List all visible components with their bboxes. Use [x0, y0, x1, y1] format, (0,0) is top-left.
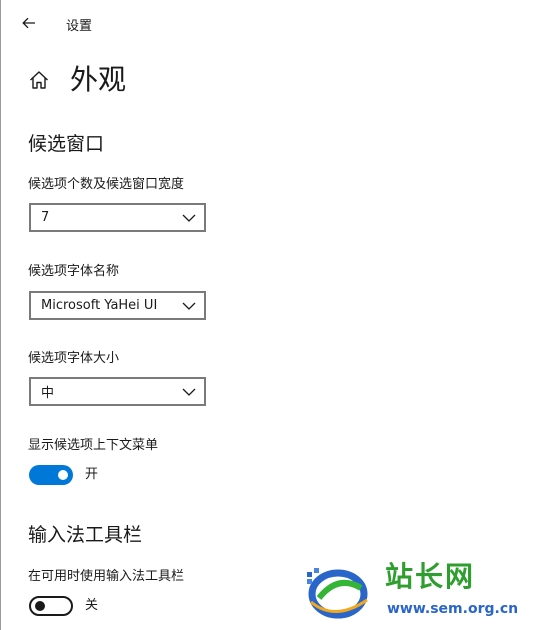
page-title: 外观 — [70, 63, 127, 96]
use-toolbar-toggle[interactable] — [29, 596, 73, 616]
chevron-down-icon — [182, 388, 196, 396]
window-edge — [0, 0, 1, 630]
use-toolbar-label: 在可用时使用输入法工具栏 — [28, 569, 185, 584]
toggle-knob — [35, 601, 45, 611]
font-size-dropdown[interactable]: 中 — [29, 377, 206, 406]
candidate-count-label: 候选项个数及候选窗口宽度 — [28, 177, 185, 192]
font-size-value: 中 — [41, 386, 55, 401]
section-title-candidate-window: 候选窗口 — [28, 133, 105, 155]
home-icon — [30, 71, 48, 89]
section-title-ime-toolbar: 输入法工具栏 — [28, 524, 143, 546]
watermark-logo-icon — [307, 568, 368, 619]
back-arrow-icon — [22, 17, 35, 29]
use-toolbar-toggle-state: 关 — [85, 598, 99, 613]
context-menu-toggle[interactable] — [29, 465, 73, 485]
chevron-down-icon — [182, 302, 196, 310]
watermark-url: www.sem.org.cn — [387, 601, 519, 617]
font-name-label: 候选项字体名称 — [28, 264, 120, 279]
font-name-value: Microsoft YaHei UI — [41, 298, 158, 313]
site-watermark: 站长网 www.sem.org.cn — [305, 560, 530, 626]
context-menu-label: 显示候选项上下文菜单 — [28, 438, 159, 453]
font-size-label: 候选项字体大小 — [28, 351, 120, 366]
watermark-title: 站长网 — [385, 560, 476, 593]
chevron-down-icon — [182, 214, 196, 222]
toggle-knob — [58, 470, 68, 480]
context-menu-toggle-state: 开 — [85, 467, 99, 482]
candidate-count-value: 7 — [41, 210, 50, 225]
candidate-count-dropdown[interactable]: 7 — [29, 203, 206, 232]
font-name-dropdown[interactable]: Microsoft YaHei UI — [29, 291, 206, 320]
back-button[interactable] — [16, 10, 42, 36]
window-title: 设置 — [66, 19, 93, 34]
title-bar: 设置 — [0, 0, 536, 46]
